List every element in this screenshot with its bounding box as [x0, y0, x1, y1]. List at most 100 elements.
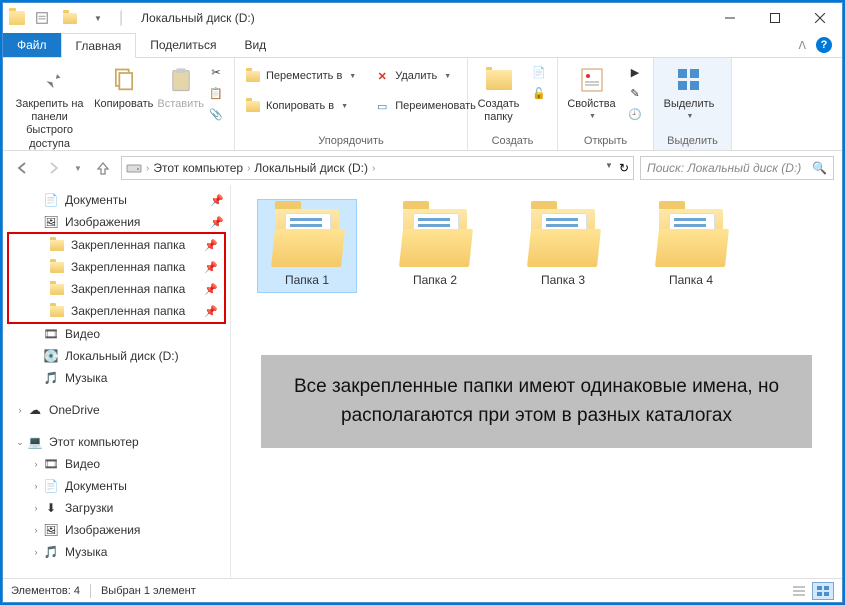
tree-videos2[interactable]: ›🎞Видео [3, 453, 230, 475]
cut-button[interactable]: ✂ [204, 62, 228, 82]
ribbon-group-organize: Упорядочить [241, 133, 461, 150]
pc-icon: 💻 [27, 434, 43, 450]
address-bar-row: ▼ › Этот компьютер › Локальный диск (D:)… [3, 151, 842, 185]
ribbon-group-select: Выделить [660, 133, 725, 150]
tree-pinned-3[interactable]: Закрепленная папка📌 [9, 278, 224, 300]
pin-quick-access-button[interactable]: Закрепить на панели быстрого доступа [9, 60, 90, 151]
tree-downloads[interactable]: ›⬇Загрузки [3, 497, 230, 519]
shortcut-icon: 📎 [208, 106, 224, 122]
newitem-icon: 📄 [531, 64, 547, 80]
ribbon-tabs: Файл Главная Поделиться Вид ᐱ ? [3, 33, 842, 58]
search-placeholder: Поиск: Локальный диск (D:) [647, 161, 801, 175]
new-folder-button[interactable]: Создать папку [474, 60, 523, 124]
properties-button[interactable]: Свойства ▼ [564, 60, 619, 122]
scissors-icon: ✂ [208, 64, 224, 80]
view-details-button[interactable] [788, 582, 810, 600]
folder-icon [527, 205, 599, 267]
edit-icon: ✎ [627, 85, 643, 101]
explorer-window: ▼ | Локальный диск (D:) Файл Главная Под… [2, 2, 843, 603]
folder-icon [271, 205, 343, 267]
search-icon: 🔍 [812, 161, 827, 175]
copy-path-button[interactable]: 📋 [204, 83, 228, 103]
qat-dropdown-icon[interactable]: ▼ [87, 7, 109, 29]
copy-to-button[interactable]: Копировать в▼ [241, 96, 360, 116]
tree-pinned-2[interactable]: Закрепленная папка📌 [9, 256, 224, 278]
forward-button[interactable] [41, 156, 65, 180]
pin-icon [34, 64, 66, 96]
tree-documents[interactable]: 📄Документы📌 [3, 189, 230, 211]
copy-icon [108, 64, 140, 96]
folder-item-3[interactable]: Папка 3 [513, 199, 613, 293]
close-button[interactable] [797, 3, 842, 33]
address-bar[interactable]: › Этот компьютер › Локальный диск (D:) ›… [121, 156, 634, 180]
folder-item-4[interactable]: Папка 4 [641, 199, 741, 293]
open-button[interactable]: ▶ [623, 62, 647, 82]
new-item-button[interactable]: 📄 [527, 62, 551, 82]
images-icon: 🖼 [43, 214, 59, 230]
video-icon: 🎞 [43, 326, 59, 342]
tree-images[interactable]: 🖼Изображения📌 [3, 211, 230, 233]
ribbon-group-create: Создать [474, 133, 551, 150]
tree-pinned-1[interactable]: Закрепленная папка📌 [9, 234, 224, 256]
tree-pinned-4[interactable]: Закрепленная папка📌 [9, 300, 224, 322]
search-input[interactable]: Поиск: Локальный диск (D:) 🔍 [640, 156, 834, 180]
tree-music2[interactable]: ›🎵Музыка [3, 541, 230, 563]
tree-docs2[interactable]: ›📄Документы [3, 475, 230, 497]
chevron-up-icon[interactable]: ᐱ [798, 39, 806, 52]
tree-music[interactable]: 🎵Музыка [3, 367, 230, 389]
tree-thispc[interactable]: ⌄💻Этот компьютер [3, 431, 230, 453]
rename-button[interactable]: ▭Переименовать [370, 96, 480, 116]
up-button[interactable] [91, 156, 115, 180]
folder-item-2[interactable]: Папка 2 [385, 199, 485, 293]
tab-share[interactable]: Поделиться [136, 33, 230, 57]
tab-file[interactable]: Файл [3, 33, 61, 57]
select-all-button[interactable]: Выделить ▼ [660, 60, 718, 122]
recent-dropdown[interactable]: ▼ [71, 156, 85, 180]
edit-button[interactable]: ✎ [623, 83, 647, 103]
onedrive-icon: ☁ [27, 402, 43, 418]
maximize-button[interactable] [752, 3, 797, 33]
music-icon: 🎵 [43, 370, 59, 386]
document-icon: 📄 [43, 192, 59, 208]
delete-icon: ✕ [374, 68, 390, 84]
crumb-drive[interactable]: Локальный диск (D:) [254, 161, 368, 175]
help-icon[interactable]: ? [816, 37, 832, 53]
status-count: Элементов: 4 [11, 585, 80, 597]
select-icon [673, 64, 705, 96]
paste-shortcut-button[interactable]: 📎 [204, 104, 228, 124]
navigation-pane[interactable]: 📄Документы📌 🖼Изображения📌 Закрепленная п… [3, 185, 231, 578]
view-icons-button[interactable] [812, 582, 834, 600]
move-to-button[interactable]: Переместить в▼ [241, 66, 360, 86]
easy-icon: 🔓 [531, 85, 547, 101]
back-button[interactable] [11, 156, 35, 180]
drive-icon [126, 161, 142, 175]
refresh-icon[interactable]: ↻ [619, 161, 629, 175]
history-icon: 🕘 [627, 106, 643, 122]
tree-onedrive[interactable]: ›☁OneDrive [3, 399, 230, 421]
addr-dropdown-icon[interactable]: ▼ [605, 161, 613, 175]
status-selected: Выбран 1 элемент [101, 585, 196, 597]
history-button[interactable]: 🕘 [623, 104, 647, 124]
tree-local-d[interactable]: 💽Локальный диск (D:) [3, 345, 230, 367]
pin-icon: 📌 [210, 194, 224, 207]
minimize-button[interactable] [707, 3, 752, 33]
folder-icon [399, 205, 471, 267]
crumb-thispc[interactable]: Этот компьютер [153, 161, 243, 175]
tab-view[interactable]: Вид [230, 33, 280, 57]
easy-access-button[interactable]: 🔓 [527, 83, 551, 103]
tree-video[interactable]: 🎞Видео [3, 323, 230, 345]
paste-icon [165, 64, 197, 96]
folder-item-1[interactable]: Папка 1 [257, 199, 357, 293]
copy-button[interactable]: Копировать [94, 60, 153, 111]
paste-button[interactable]: Вставить [157, 60, 204, 111]
rename-icon: ▭ [374, 98, 390, 114]
tree-images2[interactable]: ›🖼Изображения [3, 519, 230, 541]
delete-button[interactable]: ✕Удалить▼ [370, 66, 480, 86]
qat-properties-icon[interactable] [31, 7, 53, 29]
qat-newfolder-icon[interactable] [59, 7, 81, 29]
content-pane[interactable]: Папка 1 Папка 2 Папка 3 Папка 4 Все закр… [231, 185, 842, 578]
tab-home[interactable]: Главная [61, 33, 137, 58]
annotation-highlight: Закрепленная папка📌 Закрепленная папка📌 … [7, 232, 226, 324]
app-icon [9, 11, 25, 25]
path-icon: 📋 [208, 85, 224, 101]
